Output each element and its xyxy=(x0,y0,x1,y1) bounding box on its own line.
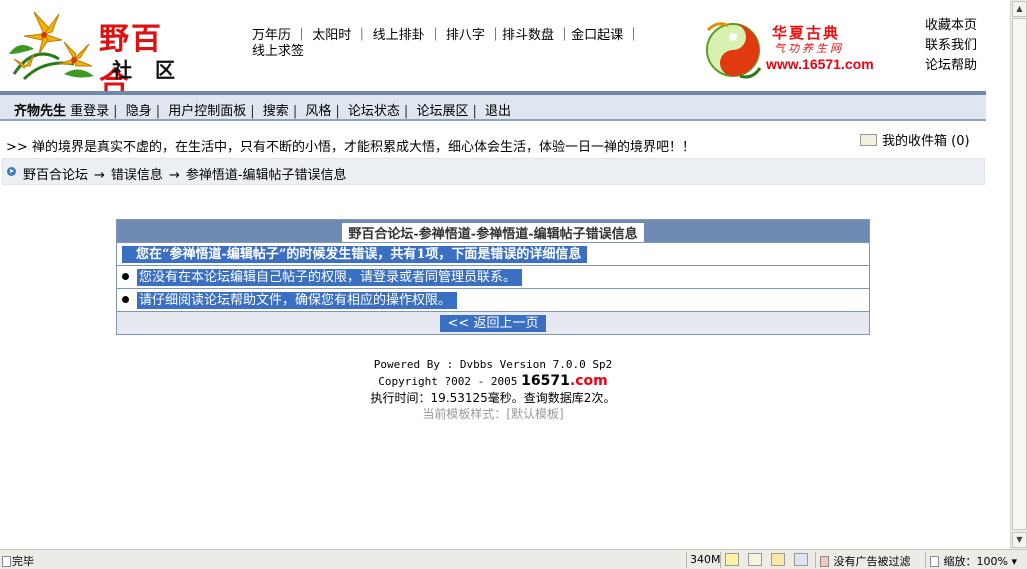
browser-status-bar: 完毕 340M 没有广告被过滤 缩放：100% ▾ xyxy=(0,549,1027,569)
nav-bar: 齐物先生 重登录 | 隐身 | 用户控制面板 | 搜索 | 风格 | 论坛状态 | 论坛展区… xyxy=(0,91,986,121)
site-logo[interactable]: 野百合 社 区 xyxy=(4,4,194,101)
link-online-lot[interactable]: 线上求签 xyxy=(252,44,304,59)
yin-yang-logo-icon xyxy=(706,22,762,79)
popup-blocker-icon[interactable] xyxy=(748,553,762,566)
marquee-prefix: >> xyxy=(6,140,28,155)
error-detail-row: 您没有在本论坛编辑自己帖子的权限，请登录或者同管理员联系。 xyxy=(117,265,869,288)
nav-style[interactable]: 风格 xyxy=(305,104,331,119)
nav-search[interactable]: 搜索 xyxy=(263,104,289,119)
scroll-up-icon[interactable]: ▲ xyxy=(1012,1,1027,17)
status-text: 完毕 xyxy=(12,555,34,568)
vertical-scrollbar[interactable]: ▲ ▼ xyxy=(1010,0,1027,549)
nav-forum-showcase[interactable]: 论坛展区 xyxy=(416,104,468,119)
error-panel-header: 野百合论坛-参禅悟道-参禅悟道-编辑帖子错误信息 xyxy=(117,220,869,242)
inbox-link[interactable]: 我的收件箱 (0) xyxy=(860,130,970,149)
link-contact[interactable]: 联系我们 xyxy=(925,36,977,56)
breadcrumb-forum[interactable]: 野百合论坛 xyxy=(23,168,88,183)
breadcrumb-error: 错误信息 xyxy=(110,168,163,183)
link-solar-time[interactable]: 太阳时 xyxy=(312,28,351,43)
nav-control-panel[interactable]: 用户控制面板 xyxy=(168,104,246,119)
error-panel: 野百合论坛-参禅悟道-参禅悟道-编辑帖子错误信息 您在“参禅悟道-编辑帖子”的时… xyxy=(116,219,870,335)
back-row: << 返回上一页 xyxy=(117,311,869,334)
link-jinkou[interactable]: 金口起课 xyxy=(571,28,623,43)
breadcrumb: 野百合论坛 → 错误信息 → 参禅悟道-编辑帖子错误信息 xyxy=(2,158,985,185)
link-calendar[interactable]: 万年历 xyxy=(252,28,291,43)
ad-filter-label: 没有广告被过滤 xyxy=(833,555,911,568)
error-summary-row: 您在“参禅悟道-编辑帖子”的时候发生错误，共有1项，下面是错误的详细信息 xyxy=(117,242,869,265)
ad-filter-status[interactable]: 没有广告被过滤 xyxy=(820,553,911,569)
inbox-icon xyxy=(860,134,877,146)
zoom-icon xyxy=(930,556,939,567)
breadcrumb-bullet-icon xyxy=(7,167,16,176)
nav-forum-status[interactable]: 论坛状态 xyxy=(348,104,400,119)
error-detail-row: 请仔细阅读论坛帮助文件，确保您有相应的操作权限。 xyxy=(117,288,869,311)
link-online-divination[interactable]: 线上排卦 xyxy=(373,28,425,43)
bullet-icon xyxy=(122,273,129,280)
announcement-marquee: >> 禅的境界是真实不虚的，在生活中，只有不断的小悟，才能积累成大悟，细心体会生… xyxy=(6,136,695,155)
right-links: 收藏本页 联系我们 论坛帮助 xyxy=(925,16,977,76)
error-detail: 您没有在本论坛编辑自己帖子的权限，请登录或者同管理员联系。 xyxy=(137,269,523,286)
memory-usage[interactable]: 340M xyxy=(690,553,721,566)
nav-relogin[interactable]: 重登录 xyxy=(70,104,109,119)
lightning-icon[interactable] xyxy=(725,553,739,566)
top-links: 万年历 ｜ 太阳时 ｜ 线上排卦 ｜ 排八字 ｜排斗数盘 ｜金口起课 ｜ 线上求… xyxy=(252,28,641,59)
inbox-count: (0) xyxy=(951,134,970,149)
nav-username[interactable]: 齐物先生 xyxy=(14,104,66,119)
copyright: Copyright ?002 - 2005 xyxy=(378,375,518,388)
inbox-label: 我的收件箱 xyxy=(882,134,948,149)
nav-logout[interactable]: 退出 xyxy=(485,104,511,119)
logo-subtitle: 社 区 xyxy=(112,58,183,82)
link-doushu[interactable]: 排斗数盘 xyxy=(502,28,554,43)
ad-banner[interactable]: 华夏古典 气功养生网 www.16571.com xyxy=(700,18,880,82)
zoom-control[interactable]: 缩放：100% ▾ xyxy=(930,553,1017,569)
scroll-down-icon[interactable]: ▼ xyxy=(1012,532,1027,548)
bullet-icon xyxy=(122,296,129,303)
ad-filter-icon xyxy=(820,556,829,567)
ad-subtitle: 气功养生网 xyxy=(774,42,844,55)
link-help[interactable]: 论坛帮助 xyxy=(925,56,977,76)
error-summary: 您在“参禅悟道-编辑帖子”的时候发生错误，共有1项，下面是错误的详细信息 xyxy=(122,246,588,263)
breadcrumb-current: 参禅悟道-编辑帖子错误信息 xyxy=(185,168,347,183)
link-bookmark[interactable]: 收藏本页 xyxy=(925,16,977,36)
page-footer: Powered By : Dvbbs Version 7.0.0 Sp2 Cop… xyxy=(0,357,986,422)
brand-number: 16571 xyxy=(521,373,570,389)
lily-flower-icon xyxy=(9,11,94,81)
error-detail: 请仔细阅读论坛帮助文件，确保您有相应的操作权限。 xyxy=(137,292,458,309)
ad-url: www.16571.com xyxy=(766,56,874,72)
error-heading: 野百合论坛-参禅悟道-参禅悟道-编辑帖子错误信息 xyxy=(342,223,644,242)
brand-domain: .com xyxy=(569,373,608,389)
page-icon xyxy=(2,556,11,567)
link-bazi[interactable]: 排八字 xyxy=(446,28,485,43)
nav-invisible[interactable]: 隐身 xyxy=(126,104,152,119)
back-link[interactable]: << 返回上一页 xyxy=(439,315,547,332)
layers-icon[interactable] xyxy=(794,553,808,566)
powered-by[interactable]: Powered By : Dvbbs Version 7.0.0 Sp2 xyxy=(0,357,986,373)
marquee-text[interactable]: 禅的境界是真实不虚的，在生活中，只有不断的小悟，才能积累成大悟，细心体会生活，体… xyxy=(32,140,695,155)
template-style: 当前模板样式：[默认模板] xyxy=(422,407,564,421)
footer-brand[interactable]: 16571.com xyxy=(521,373,608,389)
zoom-label: 缩放：100% xyxy=(943,555,1008,568)
folder-icon[interactable] xyxy=(771,553,785,566)
scroll-thumb[interactable] xyxy=(1012,18,1027,530)
exec-time: 执行时间：19.53125毫秒。查询数据库2次。 xyxy=(370,391,616,405)
site-header: 野百合 社 区 万年历 ｜ 太阳时 ｜ 线上排卦 ｜ 排八字 ｜排斗数盘 ｜金口… xyxy=(0,0,986,101)
